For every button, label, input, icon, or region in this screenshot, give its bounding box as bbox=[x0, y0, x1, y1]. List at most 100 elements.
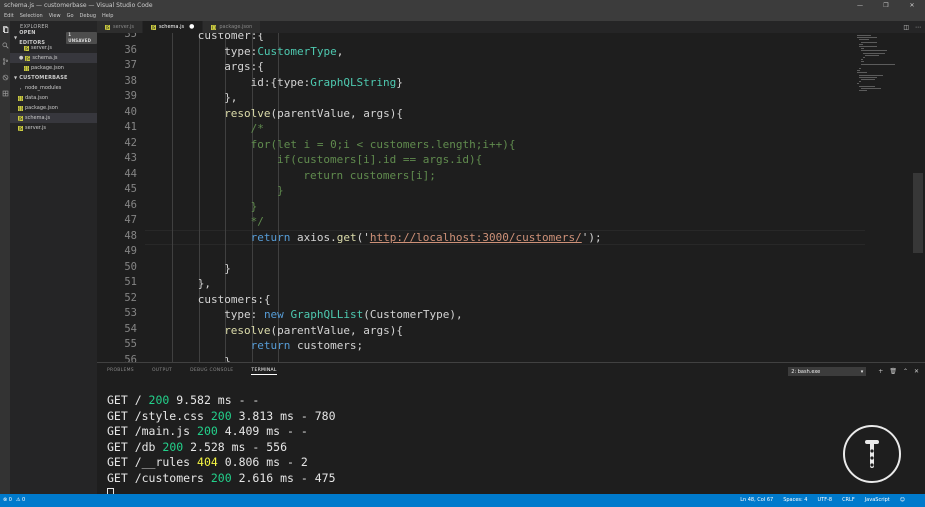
open-editor-label: schema.js bbox=[32, 55, 58, 61]
line-number: 45 bbox=[124, 183, 137, 195]
menu-help[interactable]: Help bbox=[102, 11, 113, 21]
window-controls: — ❐ ✕ bbox=[847, 0, 925, 11]
source-control-icon[interactable] bbox=[0, 53, 10, 69]
file-tree-item[interactable]: JS schema.js bbox=[10, 113, 97, 123]
code-token: http://localhost:3000/customers/ bbox=[369, 230, 582, 244]
close-panel-icon[interactable]: ✕ bbox=[914, 368, 919, 375]
tab-terminal[interactable]: TERMINAL bbox=[251, 368, 277, 375]
maximize-button[interactable]: ❐ bbox=[873, 0, 899, 11]
more-actions-icon[interactable]: ⋯ bbox=[915, 24, 921, 31]
search-icon[interactable] bbox=[0, 37, 10, 53]
status-bar: ⊗ 0 ⚠ 0 Ln 48, Col 67 Spaces: 4 UTF-8 CR… bbox=[0, 494, 925, 507]
open-editors-header[interactable]: ▼ OPEN EDITORS 1 UNSAVED bbox=[10, 30, 97, 46]
line-number: 36 bbox=[124, 43, 137, 56]
code-editor[interactable]: 35 36 37 38 39 40 41 42 43 44 45 46 47 48 49 50 51 52 53 54… bbox=[97, 33, 925, 362]
file-tree-item[interactable]: JS server.js bbox=[10, 123, 97, 133]
tab-debug-console[interactable]: DEBUG CONSOLE bbox=[190, 368, 233, 374]
explorer-sidebar: EXPLORER ▼ OPEN EDITORS 1 UNSAVED JS ser… bbox=[10, 21, 97, 494]
terminal-line: GET /__rules 404 0.806 ms - 2 bbox=[107, 455, 807, 471]
code-line: type: new GraphQLList(CustomerType), bbox=[224, 307, 462, 323]
status-right: Ln 48, Col 67 Spaces: 4 UTF-8 CRLF JavaS… bbox=[730, 494, 905, 507]
minimap-line bbox=[863, 57, 865, 58]
request-path: GET /style.css bbox=[107, 408, 211, 423]
debug-icon[interactable] bbox=[0, 69, 10, 85]
project-header[interactable]: ▼ CUSTOMERBASE bbox=[10, 73, 97, 83]
menu-view[interactable]: View bbox=[49, 11, 61, 21]
code-token: (parentValue, args){ bbox=[270, 106, 403, 120]
request-path: GET / bbox=[107, 393, 149, 407]
trash-icon[interactable]: 🗑 bbox=[889, 368, 897, 375]
json-file-icon: {} bbox=[18, 95, 24, 101]
minimap-line bbox=[859, 46, 877, 47]
open-editor-label: package.json bbox=[31, 65, 64, 71]
explorer-icon[interactable] bbox=[0, 21, 10, 37]
line-number: 41 bbox=[124, 121, 137, 133]
errors-count[interactable]: ⊗ 0 bbox=[3, 494, 12, 507]
tab-server-js[interactable]: JS server.js bbox=[97, 21, 142, 33]
code-token: } bbox=[224, 261, 231, 275]
encoding[interactable]: UTF-8 bbox=[817, 494, 832, 507]
code-line: for(let i = 0;i < customers.length;i++){ bbox=[251, 137, 516, 153]
open-editor-item[interactable]: ● JS schema.js bbox=[10, 53, 97, 63]
terminal-line: GET /main.js 200 4.409 ms - - bbox=[107, 424, 807, 440]
menu-debug[interactable]: Debug bbox=[80, 11, 96, 21]
file-tree-item[interactable]: {} package.json bbox=[10, 103, 97, 113]
tab-schema-js[interactable]: JS schema.js ● bbox=[142, 21, 203, 33]
indentation[interactable]: Spaces: 4 bbox=[783, 494, 807, 507]
line-number: 51 bbox=[124, 276, 137, 288]
code-token: CustomerType bbox=[257, 44, 337, 58]
activity-bar bbox=[0, 21, 10, 494]
js-file-icon: JS bbox=[105, 24, 110, 30]
code-token: }, bbox=[224, 91, 238, 104]
tab-output[interactable]: OUTPUT bbox=[152, 368, 172, 374]
minimap-line bbox=[859, 81, 861, 83]
modified-dot-icon[interactable]: ● bbox=[189, 21, 194, 33]
tab-problems[interactable]: PROBLEMS bbox=[107, 368, 134, 374]
line-number: 48 bbox=[124, 229, 137, 242]
code-line: id:{type:GraphQLString} bbox=[251, 75, 403, 91]
json-file-icon: {} bbox=[24, 65, 30, 71]
channel-logo bbox=[843, 425, 901, 483]
line-number: 38 bbox=[124, 74, 137, 87]
maximize-panel-icon[interactable]: ⌃ bbox=[903, 368, 908, 375]
code-area[interactable]: customer:{type:CustomerType, args:{id:{ty… bbox=[145, 33, 865, 362]
status-left: ⊗ 0 ⚠ 0 bbox=[3, 494, 25, 507]
warnings-count[interactable]: ⚠ 0 bbox=[16, 494, 25, 507]
terminal-select[interactable]: 2: bash.exe bbox=[788, 366, 867, 376]
line-ending[interactable]: CRLF bbox=[842, 494, 855, 507]
close-button[interactable]: ✕ bbox=[899, 0, 925, 11]
vertical-scrollbar[interactable] bbox=[913, 173, 923, 253]
file-tree-label: node_modules bbox=[25, 85, 62, 91]
menu-selection[interactable]: Selection bbox=[20, 11, 43, 21]
open-editor-item[interactable]: {} package.json bbox=[10, 63, 97, 73]
language-mode[interactable]: JavaScript bbox=[865, 494, 890, 507]
cursor-position[interactable]: Ln 48, Col 67 bbox=[740, 494, 773, 507]
code-line: resolve(parentValue, args){ bbox=[224, 323, 403, 339]
file-tree-label: data.json bbox=[25, 95, 49, 101]
minimap-line bbox=[857, 72, 867, 74]
tab-label: schema.js bbox=[158, 24, 185, 30]
line-number: 43 bbox=[124, 152, 137, 164]
js-file-icon: JS bbox=[18, 125, 23, 131]
minimap[interactable] bbox=[855, 33, 915, 103]
file-tree-item[interactable]: {} data.json bbox=[10, 93, 97, 103]
line-number: 53 bbox=[124, 307, 137, 319]
split-editor-icon[interactable]: ◫ bbox=[903, 24, 909, 31]
new-terminal-icon[interactable]: + bbox=[878, 368, 883, 375]
code-token: for(let i = 0;i < customers.length;i++){ bbox=[250, 137, 516, 151]
code-token: (CustomerType), bbox=[363, 308, 463, 321]
minimize-button[interactable]: — bbox=[847, 0, 873, 11]
menu-go[interactable]: Go bbox=[67, 11, 74, 21]
code-line: return customers[i]; bbox=[303, 168, 435, 184]
file-tree-item[interactable]: › node_modules bbox=[10, 83, 97, 93]
terminal-output[interactable]: GET / 200 9.582 ms - - GET /style.css 200… bbox=[107, 393, 807, 502]
extensions-icon[interactable] bbox=[0, 85, 10, 101]
terminal-line: GET /style.css 200 3.813 ms - 780 bbox=[107, 409, 807, 425]
feedback-icon[interactable]: ☺ bbox=[900, 494, 905, 507]
menu-edit[interactable]: Edit bbox=[4, 11, 14, 21]
tab-package-json[interactable]: {} package.json bbox=[203, 21, 261, 33]
line-number: 55 bbox=[124, 338, 137, 350]
chevron-right-icon: › bbox=[19, 85, 22, 91]
minimap-line bbox=[857, 83, 859, 85]
minimap-line bbox=[859, 68, 861, 69]
